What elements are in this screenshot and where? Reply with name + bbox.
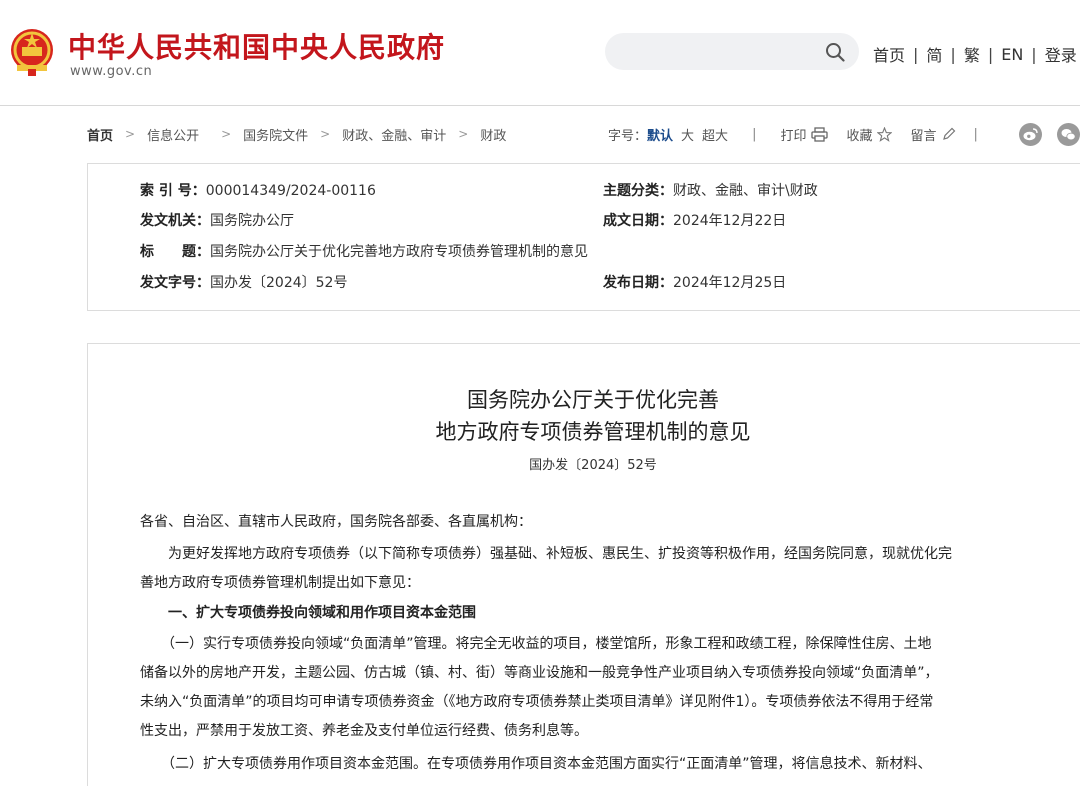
site-header: 中华人民共和国中央人民政府 www.gov.cn 首页 | 简 | 繁 | EN… xyxy=(0,0,1080,106)
nav-traditional[interactable]: 繁 xyxy=(964,42,980,66)
nav-separator: | xyxy=(987,44,994,64)
print-label: 打印 xyxy=(780,128,807,144)
info-published-label: 发布日期： xyxy=(603,275,673,291)
font-size-default[interactable]: 默认 xyxy=(647,125,673,144)
favorite-label: 收藏 xyxy=(846,128,873,144)
info-title-label: 标 题： xyxy=(140,244,210,260)
print-button[interactable]: 打印 xyxy=(780,125,829,144)
chevron-right-icon: > xyxy=(320,127,331,141)
wechat-icon[interactable] xyxy=(1057,123,1080,146)
paragraph-line: 未纳入“负面清单”的项目均可申请专项债券资金（《地方政府专项债券禁止类项目清单》… xyxy=(140,694,934,710)
info-index-label: 索 引 号： xyxy=(140,183,206,199)
info-index-row: 索 引 号：000014349/2024-00116 xyxy=(140,180,376,200)
tools-separator: | xyxy=(973,126,978,142)
nav-separator: | xyxy=(913,44,919,64)
paragraph-line: （二）扩大专项债券用作项目资本金范围。在专项债券用作项目资本金范围方面实行“正面… xyxy=(140,756,932,772)
font-size-label: 字号： xyxy=(608,128,648,144)
breadcrumb-home[interactable]: 首页 xyxy=(87,125,113,144)
paragraph-line: （一）实行专项债券投向领域“负面清单”管理。将完全无收益的项目，楼堂馆所，形象工… xyxy=(140,636,932,652)
top-nav: 首页 | 简 | 繁 | EN | 登录 xyxy=(873,42,1077,66)
chevron-right-icon: > xyxy=(125,127,136,141)
intro-paragraph-line: 为更好发挥地方政府专项债券（以下简称专项债券）强基础、补短板、惠民生、扩投资等积… xyxy=(140,546,952,562)
article-body: 国务院办公厅关于优化完善 地方政府专项债券管理机制的意见 国办发〔2024〕52… xyxy=(87,343,1080,786)
info-topic-value: 财政、金融、审计\财政 xyxy=(673,183,818,199)
national-emblem-icon xyxy=(11,29,53,76)
page-tools: 字号： 默认 大 超大 | 打印 收藏 留言 | xyxy=(608,124,978,144)
site-url[interactable]: www.gov.cn xyxy=(70,64,152,79)
search-input[interactable] xyxy=(605,33,859,70)
info-docno-label: 发文字号： xyxy=(140,275,210,291)
info-published-row: 发布日期：2024年12月25日 xyxy=(603,272,786,292)
font-size-xlarge[interactable]: 超大 xyxy=(702,125,728,144)
info-written-value: 2024年12月22日 xyxy=(673,213,787,229)
chevron-right-icon: > xyxy=(458,127,469,141)
favorite-button[interactable]: 收藏 xyxy=(846,125,893,144)
intro-paragraph-line: 善地方政府专项债券管理机制提出如下意见： xyxy=(140,575,420,591)
info-issuer-value: 国务院办公厅 xyxy=(210,213,294,229)
pencil-icon xyxy=(942,127,955,140)
nav-separator: | xyxy=(1031,44,1037,64)
info-title-row: 标 题：国务院办公厅关于优化完善地方政府专项债券管理机制的意见 xyxy=(140,241,588,261)
breadcrumb-finance-audit[interactable]: 财政、金融、审计 xyxy=(342,125,446,144)
tools-separator: | xyxy=(752,126,757,142)
info-docno-value: 国办发〔2024〕52号 xyxy=(210,275,348,291)
info-index-value: 000014349/2024-00116 xyxy=(205,183,376,199)
search-icon[interactable] xyxy=(825,42,845,62)
weibo-icon[interactable] xyxy=(1019,123,1042,146)
info-topic-row: 主题分类：财政、金融、审计\财政 xyxy=(603,180,818,200)
star-icon xyxy=(877,126,893,142)
site-title[interactable]: 中华人民共和国中央人民政府 xyxy=(68,26,445,66)
nav-separator: | xyxy=(950,44,956,64)
nav-login[interactable]: 登录 xyxy=(1045,42,1077,66)
nav-english[interactable]: EN xyxy=(1001,45,1023,64)
info-published-value: 2024年12月25日 xyxy=(673,275,787,291)
paragraph-line: 储备以外的房地产开发，主题公园、仿古城（镇、村、街）等商业设施和一般竞争性产业项… xyxy=(140,665,939,681)
breadcrumb: 首页 > 信息公开 > 国务院文件 > 财政、金融、审计 > 财政 xyxy=(87,124,506,144)
info-docno-row: 发文字号：国办发〔2024〕52号 xyxy=(140,272,347,292)
chevron-right-icon: > xyxy=(221,127,232,141)
breadcrumb-finance[interactable]: 财政 xyxy=(480,125,506,144)
comment-label: 留言 xyxy=(910,128,937,144)
font-size-large[interactable]: 大 xyxy=(681,125,694,144)
info-topic-label: 主题分类： xyxy=(603,183,673,199)
section-heading: 一、扩大专项债券投向领域和用作项目资本金范围 xyxy=(140,605,476,621)
info-issuer-label: 发文机关： xyxy=(140,213,210,229)
info-issuer-row: 发文机关：国务院办公厅 xyxy=(140,210,294,230)
article-title-line1: 国务院办公厅关于优化完善 xyxy=(467,388,719,412)
printer-icon xyxy=(811,126,829,142)
document-info-box: 索 引 号：000014349/2024-00116 主题分类：财政、金融、审计… xyxy=(87,163,1080,311)
info-written-label: 成文日期： xyxy=(603,213,673,229)
info-written-row: 成文日期：2024年12月22日 xyxy=(603,210,786,230)
comment-button[interactable]: 留言 xyxy=(910,125,955,144)
nav-simplified[interactable]: 简 xyxy=(926,42,942,66)
breadcrumb-info-public[interactable]: 信息公开 xyxy=(147,125,199,144)
article-doc-number: 国办发〔2024〕52号 xyxy=(529,458,657,473)
paragraph-line: 性支出，严禁用于发放工资、养老金及支付单位运行经费、债务利息等。 xyxy=(140,723,588,739)
info-title-value: 国务院办公厅关于优化完善地方政府专项债券管理机制的意见 xyxy=(210,244,588,260)
nav-home[interactable]: 首页 xyxy=(873,42,905,66)
breadcrumb-state-council-docs[interactable]: 国务院文件 xyxy=(243,125,308,144)
article-title-line2: 地方政府专项债券管理机制的意见 xyxy=(435,420,751,444)
salutation: 各省、自治区、直辖市人民政府，国务院各部委、各直属机构： xyxy=(140,514,532,530)
